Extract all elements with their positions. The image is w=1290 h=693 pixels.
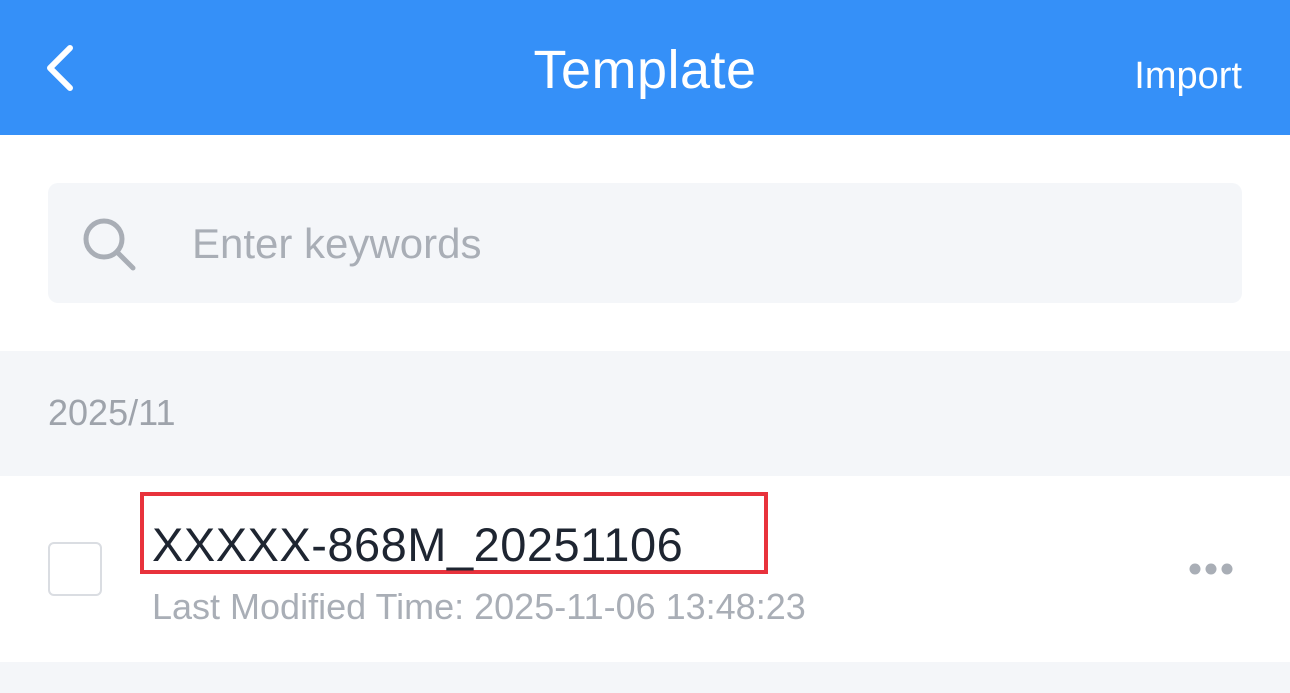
group-header	[0, 351, 1290, 476]
template-name[interactable]: XXXXX-868M_20251106	[152, 518, 683, 572]
item-checkbox[interactable]	[48, 542, 102, 596]
last-modified-time: Last Modified Time: 2025-11-06 13:48:23	[152, 585, 806, 629]
last-modified-value: 2025-11-06 13:48:23	[474, 586, 806, 627]
navigation-bar: Template Import	[0, 0, 1290, 135]
last-modified-label: Last Modified Time:	[152, 586, 475, 627]
group-date-label: 2025/11	[48, 392, 176, 433]
more-dots-icon	[1189, 563, 1233, 575]
search-input[interactable]	[192, 213, 1212, 275]
search-icon	[83, 218, 136, 271]
import-button[interactable]: Import	[1134, 52, 1242, 100]
template-screen: Template Import 2025/11 XXXXX-868M_20251…	[0, 0, 1290, 693]
page-title: Template	[533, 40, 757, 100]
more-options-button[interactable]	[1180, 552, 1242, 586]
list-separator	[0, 662, 1290, 693]
